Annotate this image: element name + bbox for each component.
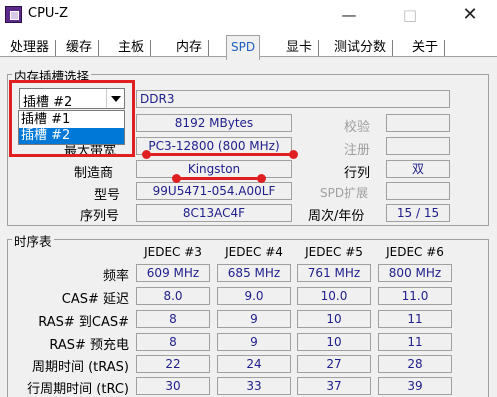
slot-option-2[interactable]: 插槽 #2: [19, 128, 124, 144]
annotation-dot: [257, 174, 266, 183]
registered-field: [386, 137, 450, 155]
minimize-button[interactable]: —: [334, 3, 364, 27]
annotation-dot: [172, 174, 181, 183]
manufacturer-label: 制造商: [74, 166, 114, 181]
timing-row-label: 频率: [102, 269, 129, 284]
module-size-field: 8192 MBytes: [136, 114, 292, 132]
part-number-label: 型号: [94, 188, 121, 203]
timing-cell: 9: [217, 310, 291, 328]
timing-cell: 33: [217, 377, 291, 395]
close-button[interactable]: ✕: [455, 3, 485, 27]
correction-label: 校验: [344, 120, 371, 135]
timing-cell: 27: [297, 355, 371, 373]
slot-group-title: 内存插槽选择: [12, 66, 92, 85]
timing-column-header: JEDEC #5: [305, 245, 363, 259]
window-title: CPU-Z: [28, 6, 69, 21]
chevron-down-icon[interactable]: [106, 89, 124, 108]
annotation-underline-bandwidth: [146, 153, 294, 156]
timing-cell: 8: [136, 333, 210, 351]
timing-cell: 9: [217, 333, 291, 351]
timing-column-header: JEDEC #3: [144, 245, 202, 259]
cpuz-app-icon: [5, 6, 22, 23]
timing-cell: 10: [297, 310, 371, 328]
maximize-button[interactable]: □: [395, 3, 425, 27]
timing-cell: 22: [136, 355, 210, 373]
memory-type-field: DDR3: [136, 90, 450, 108]
timing-cell: 39: [378, 377, 452, 395]
week-year-field: 15 / 15: [386, 204, 450, 222]
timing-row-label: RAS# 预充电: [49, 338, 129, 353]
registered-label: 注册: [344, 143, 371, 158]
serial-number-field: 8C13AC4F: [136, 204, 292, 222]
timing-cell: 28: [378, 355, 452, 373]
annotation-dot: [289, 150, 298, 159]
timing-cell: 11.0: [378, 287, 452, 305]
timing-row-label: 周期时间 (tRAS): [31, 360, 129, 375]
timing-cell: 30: [136, 377, 210, 395]
timing-cell: 8: [136, 310, 210, 328]
timing-cell: 761 MHz: [297, 264, 371, 282]
timings-group-title: 时序表: [12, 231, 54, 250]
timing-cell: 11: [378, 310, 452, 328]
ranks-label: 行列: [344, 166, 371, 181]
timing-cell: 10: [297, 333, 371, 351]
timing-row-label: RAS# 到CAS#: [38, 315, 129, 330]
timing-cell: 24: [217, 355, 291, 373]
timing-cell: 37: [297, 377, 371, 395]
timing-cell: 8.0: [136, 287, 210, 305]
correction-field: [386, 114, 450, 132]
week-year-label: 周次/年份: [308, 209, 365, 224]
timing-row-label: 行周期时间 (tRC): [27, 382, 129, 397]
slot-dropdown-list: 插槽 #1 插槽 #2: [18, 110, 125, 145]
timing-column-header: JEDEC #4: [225, 245, 283, 259]
part-number-field: 99U5471-054.A00LF: [136, 182, 292, 200]
timing-cell: 800 MHz: [378, 264, 452, 282]
timing-cell: 609 MHz: [136, 264, 210, 282]
timing-cell: 685 MHz: [217, 264, 291, 282]
timing-cell: 9.0: [217, 287, 291, 305]
ranks-field: 双: [386, 160, 450, 178]
annotation-dot: [142, 150, 151, 159]
title-bar: CPU-Z — □ ✕: [0, 0, 497, 30]
timing-cell: 10.0: [297, 287, 371, 305]
annotation-underline-manufacturer: [176, 177, 262, 180]
spd-ext-label: SPD扩展: [320, 186, 369, 200]
slot-option-1[interactable]: 插槽 #1: [19, 112, 124, 128]
spd-ext-field: [386, 182, 450, 200]
slot-select-value: 插槽 #2: [23, 95, 73, 110]
manufacturer-field: Kingston: [136, 160, 292, 178]
timing-row-label: CAS# 延迟: [61, 292, 129, 307]
timing-cell: 11: [378, 333, 452, 351]
tab-spd[interactable]: SPD: [226, 35, 261, 60]
timing-column-header: JEDEC #6: [386, 245, 444, 259]
serial-number-label: 序列号: [80, 209, 120, 224]
slot-select[interactable]: 插槽 #2: [19, 88, 125, 110]
